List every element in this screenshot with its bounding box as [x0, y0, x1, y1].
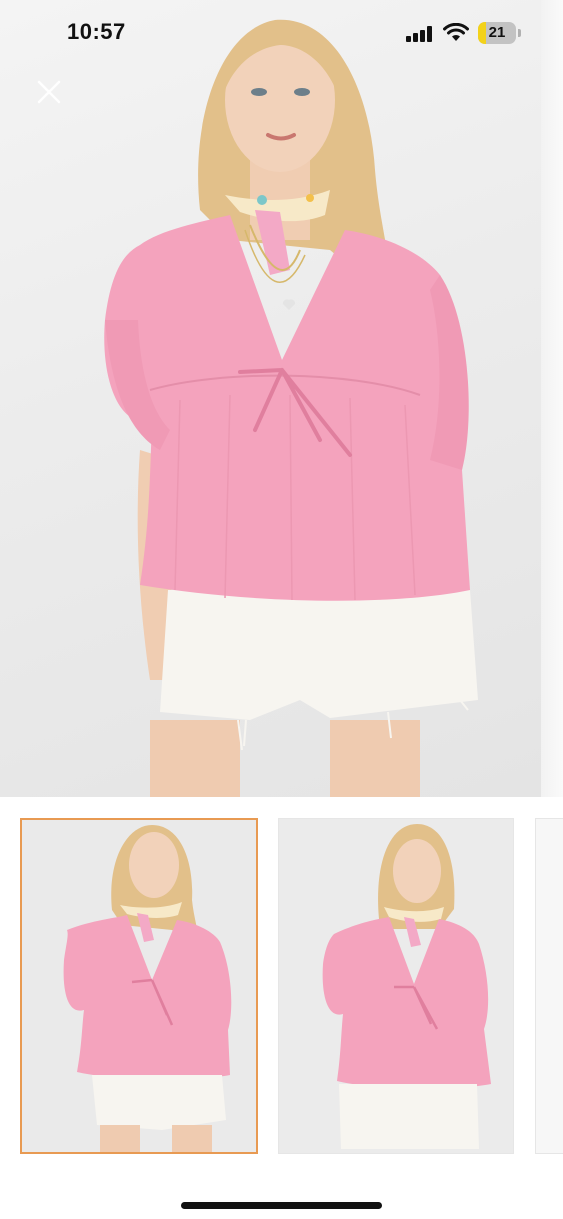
- battery-cap: [518, 29, 521, 37]
- model-photo: [104, 19, 478, 797]
- main-product-image[interactable]: [0, 0, 541, 797]
- battery-level: 21: [488, 24, 506, 41]
- close-icon[interactable]: [34, 77, 64, 107]
- thumbnail-3-partial[interactable]: [535, 818, 563, 1154]
- thumbnail-photo: [22, 820, 256, 1152]
- home-indicator: [181, 1202, 382, 1209]
- thumbnail-1-selected[interactable]: [20, 818, 258, 1154]
- status-time: 10:57: [67, 19, 126, 44]
- signal-icon: [406, 26, 434, 42]
- thumbnail-photo: [279, 819, 513, 1153]
- thumbnail-2[interactable]: [278, 818, 514, 1154]
- next-image-preview[interactable]: [541, 0, 563, 797]
- wifi-icon: [443, 23, 469, 41]
- battery-icon: 21: [478, 22, 516, 44]
